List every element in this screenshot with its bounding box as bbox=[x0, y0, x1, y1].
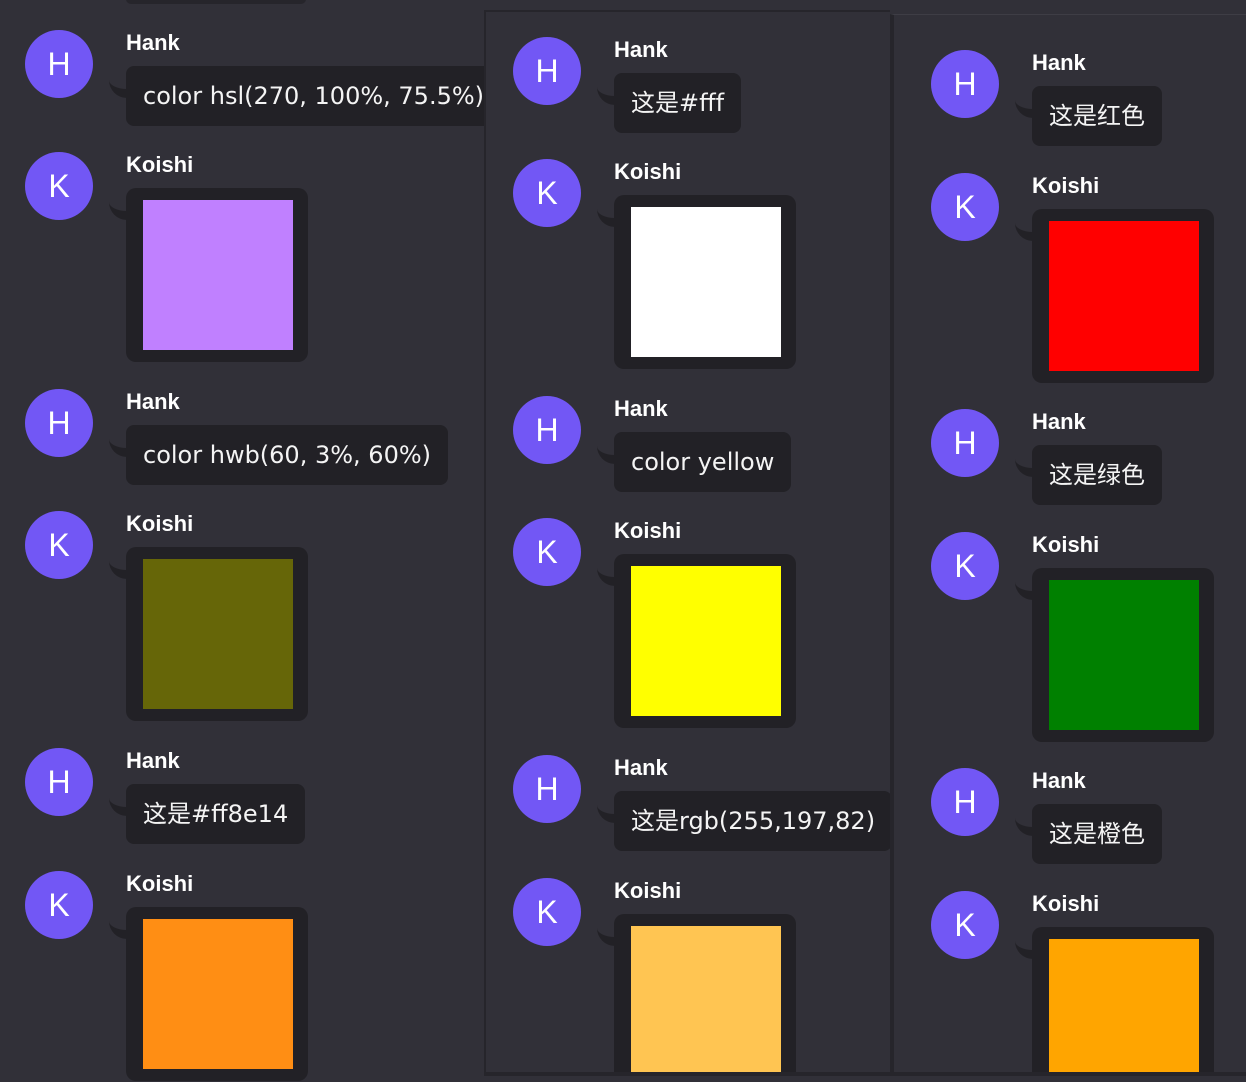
avatar[interactable]: K bbox=[25, 871, 93, 939]
sender-name: Koishi bbox=[614, 878, 682, 903]
sender-name: Hank bbox=[614, 37, 668, 62]
color-swatch bbox=[1049, 221, 1199, 371]
sender-name: Koishi bbox=[614, 159, 682, 184]
color-card bbox=[126, 907, 308, 1081]
avatar[interactable]: K bbox=[25, 152, 93, 220]
sender-name: Hank bbox=[1032, 409, 1086, 434]
avatar[interactable]: K bbox=[513, 518, 581, 586]
previous-message-edge bbox=[126, 0, 306, 4]
color-swatch bbox=[143, 200, 293, 350]
chat-column-1: H Hank color hsl(270, 100%, 75.5%) K Koi… bbox=[0, 0, 484, 1082]
sender-name: Koishi bbox=[1032, 532, 1100, 557]
avatar[interactable]: H bbox=[931, 409, 999, 477]
chat-column-2: H Hank 这是#fff K Koishi H Hank color yell… bbox=[484, 10, 890, 1076]
chat-column-3: H Hank 这是红色 K Koishi H Hank 这是绿色 K Koish… bbox=[890, 14, 1246, 1076]
message-bubble: color hwb(60, 3%, 60%) bbox=[126, 425, 448, 485]
avatar[interactable]: K bbox=[931, 173, 999, 241]
color-swatch bbox=[1049, 580, 1199, 730]
avatar[interactable]: H bbox=[25, 389, 93, 457]
avatar[interactable]: H bbox=[513, 396, 581, 464]
sender-name: Koishi bbox=[126, 152, 194, 177]
avatar[interactable]: H bbox=[931, 50, 999, 118]
color-card bbox=[614, 195, 796, 369]
color-card bbox=[1032, 568, 1214, 742]
sender-name: Koishi bbox=[126, 511, 194, 536]
avatar[interactable]: K bbox=[513, 878, 581, 946]
color-card bbox=[126, 188, 308, 362]
message-bubble: 这是绿色 bbox=[1032, 445, 1162, 505]
avatar[interactable]: K bbox=[513, 159, 581, 227]
avatar[interactable]: K bbox=[931, 532, 999, 600]
message-bubble: 这是橙色 bbox=[1032, 804, 1162, 864]
color-card bbox=[1032, 209, 1214, 383]
avatar[interactable]: H bbox=[25, 748, 93, 816]
sender-name: Hank bbox=[1032, 50, 1086, 75]
sender-name: Hank bbox=[126, 748, 180, 773]
sender-name: Hank bbox=[614, 755, 668, 780]
message-bubble: color hsl(270, 100%, 75.5%) bbox=[126, 66, 484, 126]
color-swatch bbox=[143, 919, 293, 1069]
color-card bbox=[1032, 927, 1214, 1072]
avatar[interactable]: H bbox=[931, 768, 999, 836]
color-swatch bbox=[631, 207, 781, 357]
sender-name: Hank bbox=[1032, 768, 1086, 793]
color-card bbox=[126, 547, 308, 721]
avatar[interactable]: K bbox=[931, 891, 999, 959]
sender-name: Hank bbox=[126, 389, 180, 414]
message-bubble: 这是#ff8e14 bbox=[126, 784, 306, 844]
sender-name: Koishi bbox=[1032, 173, 1100, 198]
color-card bbox=[614, 554, 796, 728]
avatar[interactable]: K bbox=[25, 511, 93, 579]
avatar[interactable]: H bbox=[25, 30, 93, 98]
sender-name: Koishi bbox=[1032, 891, 1100, 916]
color-swatch bbox=[631, 566, 781, 716]
sender-name: Koishi bbox=[126, 871, 194, 896]
color-card bbox=[614, 914, 796, 1072]
message-bubble: 这是红色 bbox=[1032, 86, 1162, 146]
message-bubble: color yellow bbox=[614, 432, 792, 492]
avatar[interactable]: H bbox=[513, 755, 581, 823]
sender-name: Koishi bbox=[614, 518, 682, 543]
color-swatch bbox=[1049, 939, 1199, 1072]
avatar[interactable]: H bbox=[513, 37, 581, 105]
sender-name: Hank bbox=[614, 396, 668, 421]
color-swatch bbox=[143, 559, 293, 709]
sender-name: Hank bbox=[126, 30, 180, 55]
message-bubble: 这是#fff bbox=[614, 73, 742, 133]
color-swatch bbox=[631, 926, 781, 1072]
message-bubble: 这是rgb(255,197,82) bbox=[614, 791, 890, 851]
